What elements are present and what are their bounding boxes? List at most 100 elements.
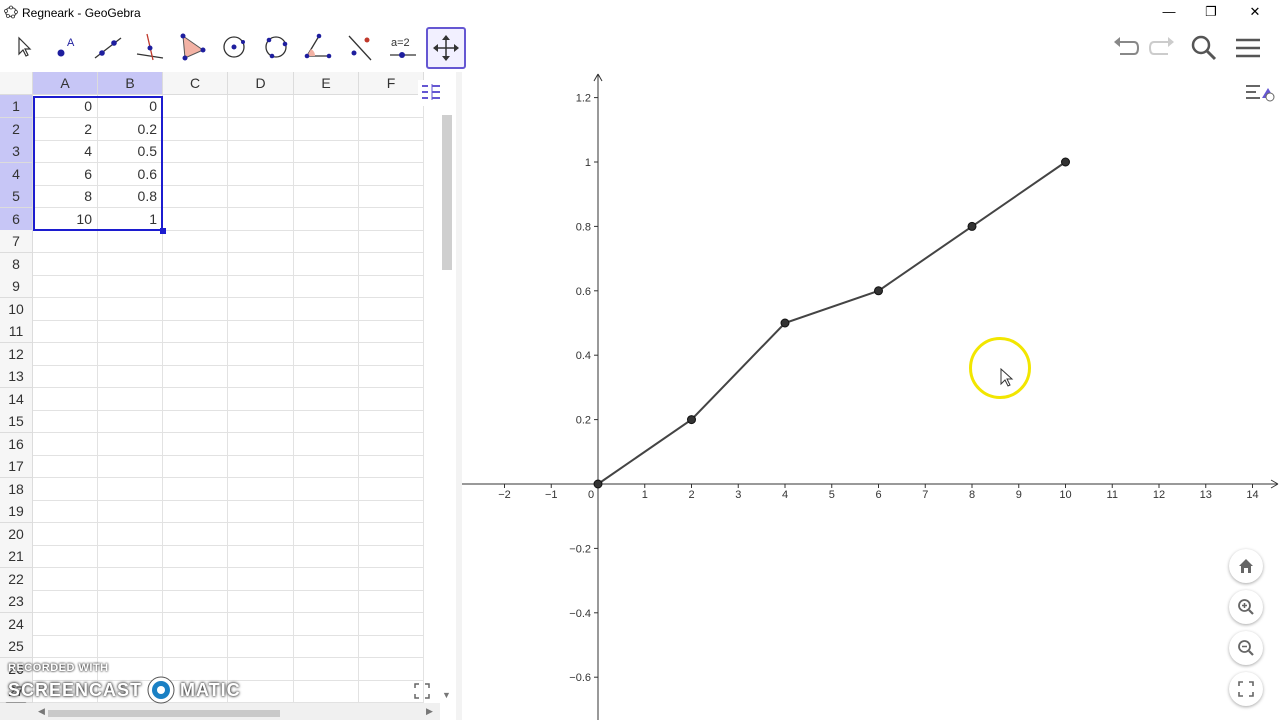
row-header[interactable]: 14	[0, 387, 33, 411]
spreadsheet-cell[interactable]: 0.6	[98, 162, 163, 186]
column-header[interactable]: C	[163, 72, 228, 95]
spreadsheet-cell[interactable]: 0.5	[98, 140, 163, 163]
spreadsheet-cell[interactable]	[228, 432, 294, 456]
spreadsheet-cell[interactable]	[98, 567, 163, 591]
graphics-view[interactable]: −2 −1 0 1 2 3 4 5 6 7 8 9 10 11 12 13 14 −0.6 −0.4 −0.2 0.2 0…	[462, 72, 1280, 720]
row-header[interactable]: 20	[0, 522, 33, 546]
spreadsheet-cell[interactable]: 8	[33, 185, 98, 208]
redo-button[interactable]	[1144, 30, 1180, 66]
spreadsheet-cell[interactable]	[228, 342, 294, 366]
row-header[interactable]: 4	[0, 162, 33, 186]
spreadsheet-cell[interactable]: 4	[33, 140, 98, 163]
spreadsheet-cell[interactable]	[33, 612, 98, 636]
spreadsheet-cell[interactable]	[163, 230, 228, 253]
spreadsheet-cell[interactable]	[294, 275, 359, 298]
line-tool-button[interactable]	[90, 28, 126, 66]
spreadsheet-cell[interactable]	[294, 522, 359, 546]
spreadsheet-cell[interactable]	[98, 432, 163, 456]
spreadsheet-cell[interactable]	[98, 612, 163, 636]
spreadsheet-cell[interactable]	[228, 477, 294, 501]
column-header[interactable]: E	[294, 72, 359, 95]
spreadsheet-style-bar-icon[interactable]	[418, 80, 440, 106]
spreadsheet-cell[interactable]	[228, 455, 294, 478]
slider-tool-button[interactable]: a=2	[384, 28, 420, 66]
spreadsheet-cell[interactable]	[98, 635, 163, 658]
row-header[interactable]: 7	[0, 230, 33, 253]
spreadsheet-cell[interactable]	[294, 320, 359, 343]
spreadsheet-cell[interactable]	[33, 635, 98, 658]
spreadsheet-cell[interactable]	[294, 297, 359, 321]
spreadsheet-cell[interactable]	[228, 207, 294, 231]
spreadsheet-cell[interactable]	[98, 410, 163, 433]
spreadsheet-cell[interactable]: 0	[98, 95, 163, 118]
spreadsheet-cell[interactable]	[359, 297, 424, 321]
fullscreen-icon[interactable]	[414, 683, 430, 699]
spreadsheet-cell[interactable]	[359, 117, 424, 141]
spreadsheet-cell[interactable]	[294, 365, 359, 388]
spreadsheet-cell[interactable]	[163, 162, 228, 186]
spreadsheet-cell[interactable]	[98, 590, 163, 613]
spreadsheet-cell[interactable]	[294, 387, 359, 411]
column-header[interactable]: B	[98, 72, 163, 95]
spreadsheet-cell[interactable]	[294, 230, 359, 253]
spreadsheet-cell[interactable]	[294, 207, 359, 231]
close-button[interactable]: ✕	[1232, 0, 1278, 24]
spreadsheet-cell[interactable]	[33, 320, 98, 343]
row-header[interactable]: 8	[0, 252, 33, 276]
main-menu-button[interactable]	[1230, 30, 1266, 66]
spreadsheet-cell[interactable]	[359, 140, 424, 163]
row-header[interactable]: 9	[0, 275, 33, 298]
spreadsheet-cell[interactable]	[163, 117, 228, 141]
spreadsheet-cell[interactable]	[359, 207, 424, 231]
spreadsheet-cell[interactable]	[359, 230, 424, 253]
spreadsheet-cell[interactable]	[33, 522, 98, 546]
spreadsheet-cell[interactable]	[228, 162, 294, 186]
spreadsheet-cell[interactable]	[98, 387, 163, 411]
spreadsheet-cell[interactable]	[98, 297, 163, 321]
spreadsheet-cell[interactable]: 10	[33, 207, 98, 231]
spreadsheet-cell[interactable]	[294, 410, 359, 433]
home-view-button[interactable]	[1229, 549, 1263, 583]
spreadsheet-cell[interactable]	[228, 590, 294, 613]
spreadsheet-cell[interactable]	[359, 455, 424, 478]
spreadsheet-cell[interactable]	[294, 477, 359, 501]
spreadsheet-cell[interactable]	[294, 612, 359, 636]
row-header[interactable]: 22	[0, 567, 33, 591]
spreadsheet-cell[interactable]	[98, 500, 163, 523]
spreadsheet-cell[interactable]	[163, 185, 228, 208]
spreadsheet-cell[interactable]	[294, 252, 359, 276]
spreadsheet-cell[interactable]	[33, 477, 98, 501]
spreadsheet-cell[interactable]	[163, 342, 228, 366]
spreadsheet-cell[interactable]	[228, 387, 294, 411]
row-header[interactable]: 10	[0, 297, 33, 321]
row-header[interactable]: 11	[0, 320, 33, 343]
spreadsheet-cell[interactable]	[228, 410, 294, 433]
spreadsheet-cell[interactable]	[359, 657, 424, 681]
undo-button[interactable]	[1108, 30, 1144, 66]
spreadsheet-cell[interactable]	[163, 567, 228, 591]
move-tool-button[interactable]	[4, 28, 40, 66]
spreadsheet-cell[interactable]	[228, 275, 294, 298]
spreadsheet-cell[interactable]: 0.8	[98, 185, 163, 208]
spreadsheet-cell[interactable]	[228, 95, 294, 118]
move-graphics-tool-button[interactable]	[426, 27, 466, 69]
spreadsheet-cell[interactable]	[294, 117, 359, 141]
spreadsheet-cell[interactable]	[359, 95, 424, 118]
circle-center-tool-button[interactable]	[216, 28, 252, 66]
minimize-button[interactable]: —	[1146, 0, 1192, 24]
reflect-tool-button[interactable]	[342, 28, 378, 66]
graphics-style-bar-button[interactable]	[1242, 80, 1276, 111]
spreadsheet-cell[interactable]	[228, 567, 294, 591]
spreadsheet-cell[interactable]	[294, 567, 359, 591]
spreadsheet-cell[interactable]	[359, 545, 424, 568]
spreadsheet-cell[interactable]	[163, 635, 228, 658]
row-header[interactable]: 12	[0, 342, 33, 366]
spreadsheet-cell[interactable]	[359, 185, 424, 208]
spreadsheet-cell[interactable]	[294, 432, 359, 456]
fill-handle[interactable]	[160, 228, 166, 234]
polygon-tool-button[interactable]	[174, 28, 210, 66]
row-header[interactable]: 25	[0, 635, 33, 658]
spreadsheet-cell[interactable]	[33, 342, 98, 366]
row-header[interactable]: 15	[0, 410, 33, 433]
spreadsheet-cell[interactable]	[359, 252, 424, 276]
